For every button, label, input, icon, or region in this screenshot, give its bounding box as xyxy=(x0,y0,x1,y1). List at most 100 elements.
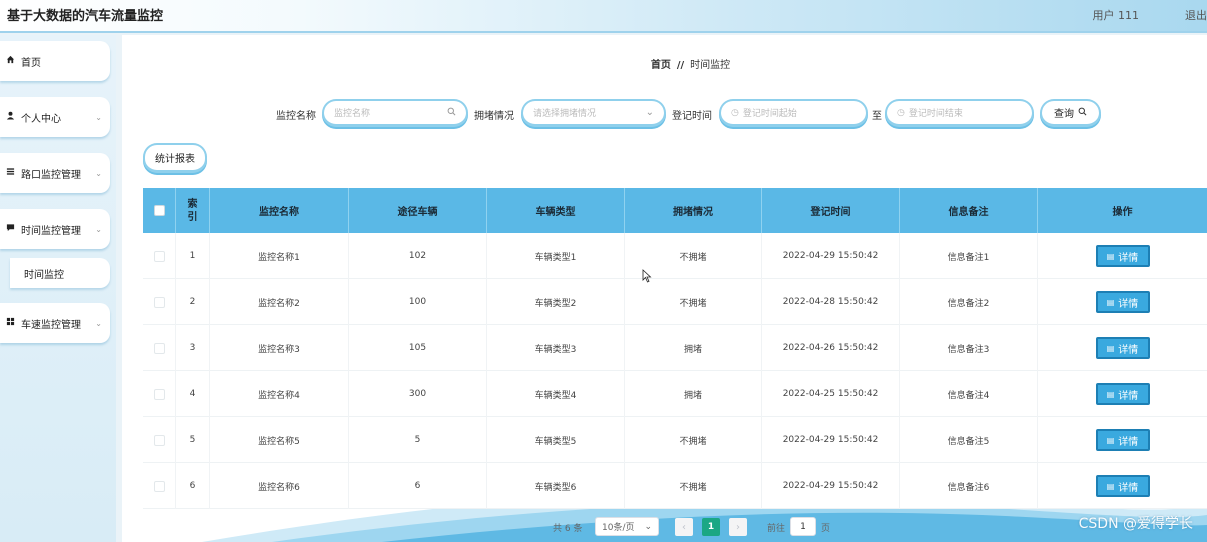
header-note: 信息备注 xyxy=(900,188,1038,233)
goto-unit: 页 xyxy=(821,524,831,534)
chevron-down-icon: ⌄ xyxy=(95,318,102,328)
prev-page-button[interactable]: ‹ xyxy=(675,518,693,536)
detail-button[interactable]: ▤ 详情 xyxy=(1095,429,1150,451)
breadcrumb-home[interactable]: 首页 xyxy=(651,60,671,71)
detail-button[interactable]: ▤ 详情 xyxy=(1095,383,1150,405)
register-time-end-placeholder: 登记时间结束 xyxy=(908,109,963,119)
sidebar-item-label: 车速监控管理 xyxy=(21,319,81,331)
detail-button-label: 详情 xyxy=(1118,390,1139,402)
sidebar-item-label: 首页 xyxy=(21,57,41,69)
detail-button-label: 详情 xyxy=(1118,298,1139,310)
cell-vehicles: 102 xyxy=(349,233,487,279)
detail-button-label: 详情 xyxy=(1118,344,1139,356)
sidebar-item-speed-monitor[interactable]: 车速监控管理 ⌄ xyxy=(0,303,110,343)
page-size-value: 10条/页 xyxy=(602,523,635,533)
congestion-select[interactable]: 请选择拥堵情况 ⌄ xyxy=(521,99,666,127)
user-info: 用户 111 xyxy=(1092,9,1140,22)
row-checkbox[interactable] xyxy=(153,250,165,262)
cell-monitor-name: 监控名称4 xyxy=(210,371,349,417)
query-button[interactable]: 查询 xyxy=(1040,99,1101,127)
logout-link[interactable]: 退出 xyxy=(1185,7,1207,23)
pagination-total: 共 6 条 xyxy=(553,524,583,534)
cell-register-time: 2022-04-29 15:50:42 xyxy=(762,463,900,509)
row-checkbox[interactable] xyxy=(153,342,165,354)
row-select-cell xyxy=(143,417,176,463)
sidebar-item-personal-center[interactable]: 个人中心 ⌄ xyxy=(0,97,110,137)
stats-report-button[interactable]: 统计报表 xyxy=(143,143,207,173)
page-size-select[interactable]: 10条/页 ⌄ xyxy=(595,517,659,536)
cell-monitor-name: 监控名称6 xyxy=(210,463,349,509)
cell-note: 信息备注4 xyxy=(900,371,1038,417)
congestion-placeholder: 请选择拥堵情况 xyxy=(533,109,597,119)
header-register-time: 登记时间 xyxy=(762,188,900,233)
cell-vehicles: 5 xyxy=(349,417,487,463)
select-all-checkbox[interactable] xyxy=(153,205,165,216)
cell-congestion: 拥堵 xyxy=(625,371,762,417)
cell-monitor-name: 监控名称3 xyxy=(210,325,349,371)
cell-index: 2 xyxy=(176,279,210,325)
chevron-down-icon: ⌄ xyxy=(95,168,102,178)
table-row: 5 监控名称5 5 车辆类型5 不拥堵 2022-04-29 15:50:42 信息备注5 ▤… xyxy=(143,417,1207,463)
cell-actions: ▤ 详情 xyxy=(1038,463,1207,509)
detail-button[interactable]: ▤ 详情 xyxy=(1095,475,1150,497)
goto-page-input[interactable]: 1 xyxy=(790,517,816,536)
cell-vehicles: 100 xyxy=(349,279,487,325)
cell-monitor-name: 监控名称2 xyxy=(210,279,349,325)
monitor-name-label: 监控名称 xyxy=(276,111,316,122)
row-select-cell xyxy=(143,279,176,325)
table-row: 1 监控名称1 102 车辆类型1 不拥堵 2022-04-29 15:50:42 信息备注… xyxy=(143,233,1207,279)
cell-index: 1 xyxy=(176,233,210,279)
row-select-cell xyxy=(143,371,176,417)
cell-congestion: 不拥堵 xyxy=(625,417,762,463)
next-page-button[interactable]: › xyxy=(729,518,747,536)
table-row: 6 监控名称6 6 车辆类型6 不拥堵 2022-04-29 15:50:42 信息备注6 ▤… xyxy=(143,463,1207,509)
document-icon: ▤ xyxy=(1106,343,1115,353)
cell-vehicle-type: 车辆类型5 xyxy=(487,417,625,463)
cell-index: 3 xyxy=(176,325,210,371)
cell-monitor-name: 监控名称1 xyxy=(210,233,349,279)
cell-vehicles: 6 xyxy=(349,463,487,509)
row-checkbox[interactable] xyxy=(153,434,165,446)
chevron-right-icon: › xyxy=(736,521,740,533)
chat-icon xyxy=(5,223,15,235)
sidebar-item-intersection-monitor[interactable]: 路口监控管理 ⌄ xyxy=(0,153,110,193)
congestion-label: 拥堵情况 xyxy=(474,111,514,122)
cell-actions: ▤ 详情 xyxy=(1038,371,1207,417)
cell-index: 6 xyxy=(176,463,210,509)
cell-vehicle-type: 车辆类型4 xyxy=(487,371,625,417)
app-title: 基于大数据的汽车流量监控 xyxy=(7,9,164,24)
row-checkbox[interactable] xyxy=(153,388,165,400)
sidebar-subitem-time-monitor[interactable]: 时间监控 xyxy=(10,258,110,288)
sidebar-item-home[interactable]: 首页 xyxy=(0,41,110,81)
cell-actions: ▤ 详情 xyxy=(1038,325,1207,371)
cell-actions: ▤ 详情 xyxy=(1038,417,1207,463)
register-time-start-placeholder: 登记时间起始 xyxy=(742,109,797,119)
page-number-current[interactable]: 1 xyxy=(702,518,720,536)
sidebar-item-label: 路口监控管理 xyxy=(21,169,81,181)
cell-vehicles: 105 xyxy=(349,325,487,371)
cell-congestion: 不拥堵 xyxy=(625,279,762,325)
cell-index: 4 xyxy=(176,371,210,417)
cell-register-time: 2022-04-25 15:50:42 xyxy=(762,371,900,417)
detail-button[interactable]: ▤ 详情 xyxy=(1095,337,1150,359)
goto-label: 前往 xyxy=(767,524,786,534)
detail-button[interactable]: ▤ 详情 xyxy=(1095,245,1150,267)
chevron-down-icon: ⌄ xyxy=(95,112,102,122)
cell-vehicles: 300 xyxy=(349,371,487,417)
sidebar: 首页 个人中心 ⌄ 路口监控管理 ⌄ 时间监控管理 ⌄ 时间监控 车速监控管理 … xyxy=(0,35,116,542)
header-index-label: 索引 xyxy=(187,198,198,223)
register-time-start-input[interactable]: ◷ 登记时间起始 xyxy=(719,99,868,127)
header-congestion: 拥堵情况 xyxy=(625,188,762,233)
detail-button[interactable]: ▤ 详情 xyxy=(1095,291,1150,313)
cell-congestion: 拥堵 xyxy=(625,325,762,371)
row-checkbox[interactable] xyxy=(153,480,165,492)
cell-vehicle-type: 车辆类型1 xyxy=(487,233,625,279)
register-time-end-input[interactable]: ◷ 登记时间结束 xyxy=(885,99,1034,127)
sidebar-item-time-monitor[interactable]: 时间监控管理 ⌄ xyxy=(0,209,110,249)
breadcrumb-separator: // xyxy=(676,60,685,71)
row-checkbox[interactable] xyxy=(153,296,165,308)
monitor-name-input[interactable]: 监控名称 xyxy=(322,99,468,127)
stats-report-label: 统计报表 xyxy=(155,154,195,165)
sidebar-item-label: 时间监控管理 xyxy=(21,225,81,237)
document-icon: ▤ xyxy=(1106,481,1115,491)
